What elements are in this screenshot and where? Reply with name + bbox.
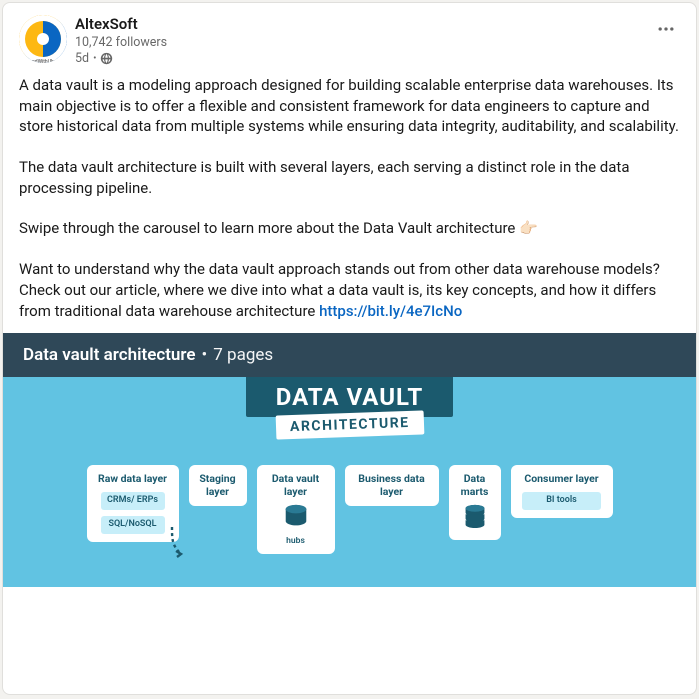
slide-subtitle: ARCHITECTURE [275, 411, 423, 440]
layer-business-data: Business data layer [345, 465, 439, 506]
post-paragraph: Want to understand why the data vault ap… [19, 259, 680, 321]
post-card: #StandWithUkraine AltexSoft 10,742 follo… [2, 2, 697, 695]
post-time: 5d [75, 51, 89, 67]
database-icon [461, 504, 489, 532]
globe-icon [100, 52, 113, 65]
avatar-caption: #StandWithUkraine [20, 59, 67, 63]
article-link[interactable]: https://bit.ly/4e7IcNo [319, 302, 462, 320]
post-body: A data vault is a modeling approach desi… [3, 67, 696, 333]
layer-consumer: Consumer layer BI tools [511, 465, 613, 517]
layer-title: Data marts [455, 473, 495, 498]
post-paragraph: The data vault architecture is built wit… [19, 157, 680, 198]
layer-title: Business data layer [351, 473, 433, 498]
layer-title: Raw data layer [98, 473, 167, 486]
more-options-button[interactable] [650, 13, 682, 45]
pointing-hand-emoji: 👉🏻 [519, 219, 538, 237]
org-name[interactable]: AltexSoft [75, 15, 680, 35]
post-header: #StandWithUkraine AltexSoft 10,742 follo… [3, 3, 696, 67]
header-info: AltexSoft 10,742 followers 5d • [75, 15, 680, 67]
layer-data-vault: Data vault layer hubs [257, 465, 335, 554]
layer-title: Data vault layer [263, 473, 329, 498]
layer-raw-data: Raw data layer CRMs/ ERPs SQL/NoSQL [87, 465, 179, 541]
post-meta: 5d • [75, 51, 680, 67]
chip-bi-tools: BI tools [522, 492, 601, 510]
chip-crm-erp: CRMs/ ERPs [101, 492, 165, 510]
document-carousel[interactable]: Data vault architecture • 7 pages DATA V… [3, 333, 696, 587]
layer-staging: Staging layer [189, 465, 247, 506]
followers-count: 10,742 followers [75, 35, 680, 51]
chip-sql-nosql: SQL/NoSQL [101, 516, 165, 534]
org-avatar[interactable]: #StandWithUkraine [19, 15, 67, 63]
flow-arrow-icon [168, 525, 188, 563]
database-icon [282, 504, 310, 532]
carousel-page-count: 7 pages [213, 345, 273, 365]
carousel-header: Data vault architecture • 7 pages [3, 333, 696, 377]
layer-data-marts: Data marts [449, 465, 501, 540]
layer-title: Staging layer [195, 473, 241, 498]
post-paragraph: A data vault is a modeling approach desi… [19, 75, 680, 137]
layers-row: Raw data layer CRMs/ ERPs SQL/NoSQL Stag… [3, 437, 696, 554]
meta-separator: • [93, 52, 96, 65]
carousel-title: Data vault architecture [23, 345, 196, 365]
post-paragraph: Swipe through the carousel to learn more… [19, 218, 680, 239]
layer-title: Consumer layer [524, 473, 598, 486]
carousel-slide[interactable]: DATA VAULT ARCHITECTURE Raw data layer C… [3, 377, 696, 587]
carousel-separator: • [202, 345, 208, 365]
text: Swipe through the carousel to learn more… [19, 219, 519, 237]
hubs-label: hubs [286, 536, 305, 546]
